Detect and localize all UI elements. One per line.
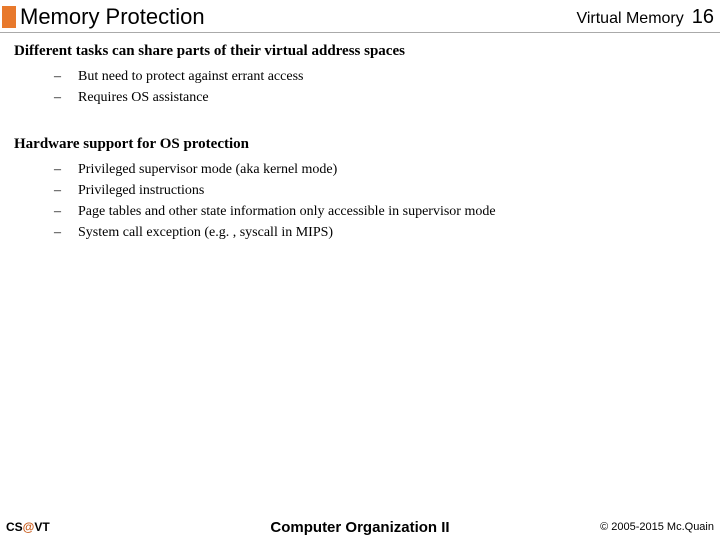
section-heading: Hardware support for OS protection <box>14 136 706 153</box>
subject-label: Virtual Memory <box>576 10 683 28</box>
bullet-list: – But need to protect against errant acc… <box>14 66 706 108</box>
footer-copyright: © 2005-2015 Mc.Quain <box>600 521 714 533</box>
bullet-text: System call exception (e.g. , syscall in… <box>78 222 333 243</box>
list-item: – Privileged instructions <box>54 180 706 201</box>
logo-cs: CS <box>6 520 23 534</box>
accent-block <box>2 6 16 28</box>
bullet-dash-icon: – <box>54 180 78 201</box>
slide-content: Different tasks can share parts of their… <box>0 33 720 243</box>
bullet-dash-icon: – <box>54 201 78 222</box>
slide-footer: CS@VT Computer Organization II © 2005-20… <box>0 520 720 534</box>
list-item: – But need to protect against errant acc… <box>54 66 706 87</box>
list-item: – System call exception (e.g. , syscall … <box>54 222 706 243</box>
section-2: Hardware support for OS protection – Pri… <box>14 136 706 243</box>
slide-header: Memory Protection Virtual Memory 16 <box>0 0 720 33</box>
header-left: Memory Protection <box>2 4 205 30</box>
logo-at: @ <box>23 520 35 534</box>
bullet-dash-icon: – <box>54 159 78 180</box>
bullet-text: But need to protect against errant acces… <box>78 66 303 87</box>
bullet-dash-icon: – <box>54 222 78 243</box>
list-item: – Requires OS assistance <box>54 87 706 108</box>
logo-vt: VT <box>34 520 49 534</box>
footer-logo: CS@VT <box>6 520 50 534</box>
bullet-text: Page tables and other state information … <box>78 201 496 222</box>
bullet-dash-icon: – <box>54 66 78 87</box>
page-number: 16 <box>692 6 714 29</box>
bullet-text: Privileged instructions <box>78 180 204 201</box>
list-item: – Privileged supervisor mode (aka kernel… <box>54 159 706 180</box>
header-right: Virtual Memory 16 <box>576 6 714 29</box>
footer-course: Computer Organization II <box>270 519 449 536</box>
section-heading: Different tasks can share parts of their… <box>14 43 706 60</box>
section-1: Different tasks can share parts of their… <box>14 43 706 108</box>
bullet-list: – Privileged supervisor mode (aka kernel… <box>14 159 706 243</box>
list-item: – Page tables and other state informatio… <box>54 201 706 222</box>
slide-title: Memory Protection <box>20 4 205 30</box>
bullet-text: Requires OS assistance <box>78 87 209 108</box>
bullet-text: Privileged supervisor mode (aka kernel m… <box>78 159 337 180</box>
bullet-dash-icon: – <box>54 87 78 108</box>
